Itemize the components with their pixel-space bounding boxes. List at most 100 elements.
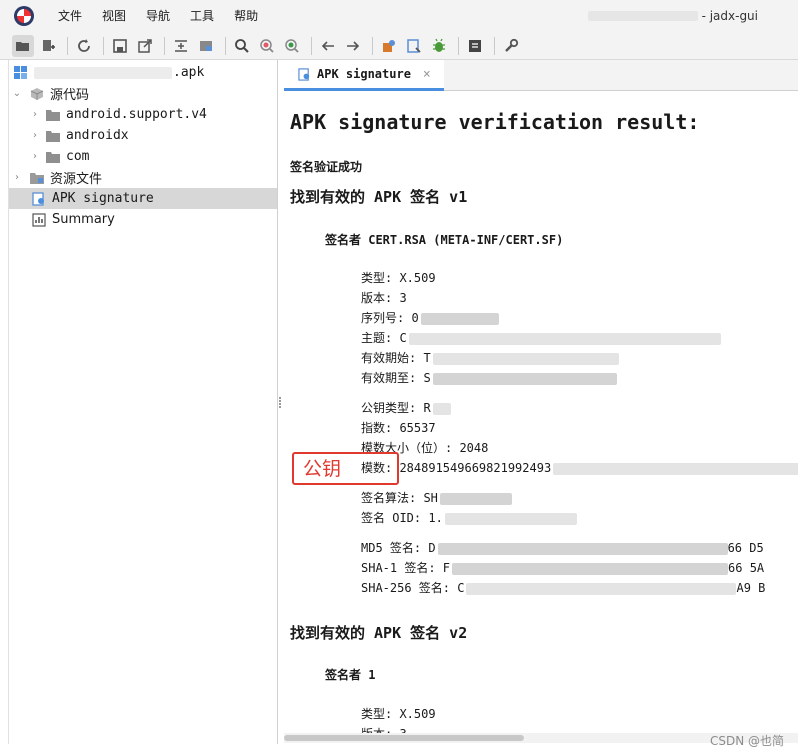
tree-item-label: .apk bbox=[173, 65, 205, 80]
scrollbar-thumb[interactable] bbox=[284, 735, 524, 741]
signer-v2: 签名者 1 bbox=[325, 668, 376, 682]
menu-navigation[interactable]: 导航 bbox=[136, 0, 180, 32]
pubkey-type: 公钥类型: R bbox=[361, 399, 451, 416]
redacted-value bbox=[466, 582, 737, 595]
tree-item-apk-root[interactable]: .apk bbox=[9, 62, 277, 83]
redacted-value bbox=[444, 512, 577, 525]
reload-icon[interactable] bbox=[73, 35, 95, 57]
redacted-value bbox=[432, 372, 617, 385]
menu-view[interactable]: 视图 bbox=[92, 0, 136, 32]
tree-item-label: Summary bbox=[52, 212, 115, 227]
resource-folder-icon bbox=[29, 171, 45, 185]
menu-bar: 文件 视图 导航 工具 帮助 bbox=[48, 0, 268, 32]
cert-valid-from: 有效期始: T bbox=[361, 349, 619, 366]
cert-version: 版本: 3 bbox=[361, 291, 407, 305]
cert-type-v2: 类型: X.509 bbox=[361, 707, 436, 721]
md5-fingerprint: MD5 签名: D 66 D5 bbox=[361, 539, 764, 556]
pubkey-modulus: 模数: 284891549669821992493 bbox=[361, 459, 798, 476]
log-icon[interactable] bbox=[464, 35, 486, 57]
section-title-v2: 找到有效的 APK 签名 v2 bbox=[290, 624, 468, 642]
chevron-right-icon[interactable]: › bbox=[29, 130, 41, 142]
signature-algorithm: 签名算法: SH bbox=[361, 489, 512, 506]
tree-item-summary[interactable]: Summary bbox=[9, 209, 277, 230]
flatten-icon[interactable] bbox=[195, 35, 217, 57]
redacted-value bbox=[420, 312, 499, 325]
md5-text: MD5 签名: D bbox=[361, 541, 436, 555]
tree-item-label: android.support.v4 bbox=[66, 107, 207, 122]
package-cube-icon bbox=[29, 87, 45, 101]
apk-icon bbox=[13, 65, 29, 80]
quark-icon[interactable] bbox=[403, 35, 425, 57]
folder-icon bbox=[45, 108, 61, 122]
chevron-right-icon[interactable]: › bbox=[29, 109, 41, 121]
menu-tools[interactable]: 工具 bbox=[180, 0, 224, 32]
find-class-icon[interactable] bbox=[256, 35, 278, 57]
tree-item-package[interactable]: › com bbox=[9, 146, 277, 167]
tree-item-package[interactable]: › androidx bbox=[9, 125, 277, 146]
sha256-fingerprint: SHA-256 签名: C A9 B bbox=[361, 579, 765, 596]
back-icon[interactable] bbox=[317, 35, 339, 57]
window-title-text: - jadx-gui bbox=[701, 9, 758, 23]
toolbar bbox=[0, 32, 798, 60]
deobfuscate-icon[interactable] bbox=[378, 35, 400, 57]
tree-item-label: 资源文件 bbox=[50, 172, 103, 187]
cert-serial: 序列号: 0 bbox=[361, 309, 499, 326]
certificate-icon bbox=[296, 67, 312, 81]
menu-file[interactable]: 文件 bbox=[48, 0, 92, 32]
menu-help[interactable]: 帮助 bbox=[224, 0, 268, 32]
add-files-icon[interactable] bbox=[37, 35, 59, 57]
forward-icon[interactable] bbox=[342, 35, 364, 57]
cert-valid-to-text: 有效期至: S bbox=[361, 371, 431, 385]
export-icon[interactable] bbox=[134, 35, 156, 57]
folder-icon bbox=[45, 150, 61, 164]
editor-tab-strip: APK signature × bbox=[284, 60, 798, 91]
open-file-icon[interactable] bbox=[12, 34, 34, 57]
signature-oid: 签名 OID: 1. bbox=[361, 509, 577, 526]
window-title: - jadx-gui bbox=[587, 0, 758, 32]
signer-v1: 签名者 CERT.RSA (META-INF/CERT.SF) bbox=[325, 233, 564, 247]
tree-item-apk-signature[interactable]: APK signature bbox=[9, 188, 277, 209]
cert-valid-to: 有效期至: S bbox=[361, 369, 617, 386]
tree-item-package[interactable]: › android.support.v4 bbox=[9, 104, 277, 125]
chevron-down-icon[interactable]: ⌄ bbox=[11, 88, 23, 100]
redacted-value bbox=[452, 562, 729, 575]
redacted-filename bbox=[587, 11, 698, 21]
folder-icon bbox=[45, 129, 61, 143]
chevron-right-icon[interactable]: › bbox=[11, 172, 23, 184]
cert-serial-text: 序列号: 0 bbox=[361, 311, 419, 325]
tree-item-resources[interactable]: › 资源文件 bbox=[9, 167, 277, 188]
settings-icon[interactable] bbox=[500, 35, 522, 57]
pubkey-type-text: 公钥类型: R bbox=[361, 401, 431, 415]
panel-splitter-handle[interactable] bbox=[279, 396, 282, 410]
section-title-v1: 找到有效的 APK 签名 v1 bbox=[290, 188, 468, 206]
debug-icon[interactable] bbox=[428, 35, 450, 57]
signature-report: APK signature verification result: 签名验证成… bbox=[284, 92, 798, 742]
tree-item-label: 源代码 bbox=[50, 88, 90, 103]
find-usage-icon[interactable] bbox=[281, 35, 303, 57]
chart-icon bbox=[31, 212, 47, 227]
sha1-fingerprint: SHA-1 签名: F 66 5A bbox=[361, 559, 764, 576]
certificate-icon bbox=[31, 191, 47, 206]
sync-icon[interactable] bbox=[170, 35, 192, 57]
redacted-value bbox=[437, 542, 728, 555]
annotation-label: 公钥 bbox=[303, 458, 342, 480]
cert-valid-from-text: 有效期始: T bbox=[361, 351, 431, 365]
save-icon[interactable] bbox=[109, 35, 131, 57]
signature-algorithm-text: 签名算法: SH bbox=[361, 491, 438, 505]
redacted-value bbox=[553, 462, 798, 475]
redacted-value bbox=[408, 332, 721, 345]
sha1-tail: 66 5A bbox=[728, 561, 765, 575]
cert-subject: 主题: C bbox=[361, 329, 721, 346]
page-title: APK signature verification result: bbox=[290, 110, 700, 134]
verify-status: 签名验证成功 bbox=[290, 160, 363, 174]
tab-apk-signature[interactable]: APK signature × bbox=[284, 60, 444, 91]
redacted-value bbox=[439, 492, 512, 505]
tree-item-label: androidx bbox=[66, 128, 129, 143]
watermark: CSDN @也简 bbox=[709, 734, 784, 748]
tree-item-source-code[interactable]: ⌄ 源代码 bbox=[9, 83, 277, 104]
tab-label: APK signature bbox=[317, 67, 411, 81]
chevron-right-icon[interactable]: › bbox=[29, 151, 41, 163]
close-icon[interactable]: × bbox=[423, 67, 431, 82]
search-icon[interactable] bbox=[231, 35, 253, 57]
md5-tail: 66 D5 bbox=[727, 541, 764, 555]
